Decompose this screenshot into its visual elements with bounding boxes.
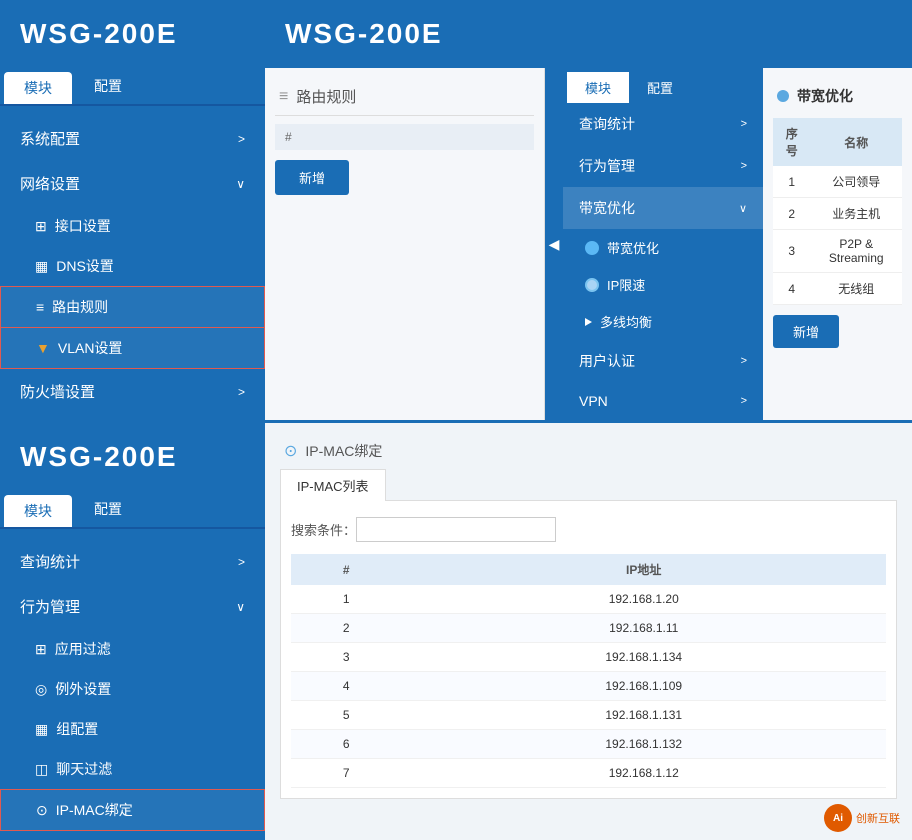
- nav-web-filter[interactable]: ▤ 网页过滤: [0, 831, 265, 840]
- nav-firewall[interactable]: 防火墙设置 >: [0, 369, 265, 414]
- bw-table: 序号 名称 1公司领导2业务主机3P2P & Streaming4无线组: [773, 118, 902, 305]
- dropdown-tab-config[interactable]: 配置: [629, 72, 691, 103]
- dns-icon: ▦: [35, 258, 48, 275]
- nav-vlan-settings[interactable]: ▼ VLAN设置: [0, 328, 265, 369]
- nav-exception[interactable]: ◎ 例外设置: [0, 669, 265, 709]
- tab-module-top-left[interactable]: 模块: [4, 72, 72, 104]
- dot-icon-filled: [585, 241, 599, 255]
- top-left-nav: 系统配置 > 网络设置 ∨ ⊞ 接口设置 ▦ DNS设置: [0, 106, 265, 424]
- submenu-bw-opt[interactable]: 带宽优化: [563, 229, 763, 266]
- nav-behavior-mgmt-bottom[interactable]: 行为管理 ∨: [0, 584, 265, 629]
- app-filter-icon: ⊞: [35, 641, 47, 658]
- ip-mac-list-tab[interactable]: IP-MAC列表: [280, 469, 386, 501]
- ip-table-row: 3192.168.1.134: [291, 643, 886, 672]
- logo-watermark: Ai 创新互联: [824, 804, 900, 832]
- ip-table-row: 2192.168.1.11: [291, 614, 886, 643]
- routing-panel-icon: ≡: [279, 88, 288, 106]
- nav-network-settings[interactable]: 网络设置 ∨: [0, 161, 265, 206]
- search-bar: 搜索条件：: [291, 511, 886, 548]
- routing-table-header: #: [275, 124, 534, 150]
- nav-query-stats[interactable]: 查询统计 >: [0, 539, 265, 584]
- exception-icon: ◎: [35, 681, 47, 698]
- nav-routing-rules[interactable]: ≡ 路由规则: [0, 286, 265, 328]
- bottom-left-header: WSG-200E: [0, 423, 265, 491]
- ip-mac-list-content: 搜索条件： # IP地址 1192.168.1.202192.168.1.113…: [280, 500, 897, 799]
- bw-title-dot-icon: [777, 90, 789, 102]
- search-input[interactable]: [356, 517, 556, 542]
- chat-icon: ◫: [35, 761, 48, 778]
- routing-panel-title: ≡ 路由规则: [275, 78, 534, 116]
- top-left-title: WSG-200E: [20, 18, 245, 50]
- bw-table-row: 3P2P & Streaming: [773, 230, 902, 273]
- ip-table-row: 7192.168.1.12: [291, 759, 886, 788]
- routing-new-button[interactable]: 新增: [275, 160, 349, 195]
- bw-new-button[interactable]: 新增: [773, 315, 839, 348]
- bw-table-header-id: 序号: [773, 118, 810, 166]
- nav-app-filter[interactable]: ⊞ 应用过滤: [0, 629, 265, 669]
- nav-ip-mac[interactable]: ⊙ IP-MAC绑定: [0, 789, 265, 831]
- ip-mac-list-tab-container: IP-MAC列表: [280, 469, 897, 500]
- vlan-icon: ▼: [36, 340, 50, 356]
- menu-vpn[interactable]: VPN >: [563, 382, 763, 420]
- collapse-arrow[interactable]: ◀: [545, 68, 563, 420]
- nav-dns-settings[interactable]: ▦ DNS设置: [0, 246, 265, 286]
- bw-table-row: 1公司领导: [773, 166, 902, 198]
- interface-icon: ⊞: [35, 218, 47, 235]
- bottom-left-title: WSG-200E: [20, 441, 245, 473]
- logo-icon: Ai: [824, 804, 852, 832]
- dropdown-menu-panel: 模块 配置 查询统计 > 行为管理 > 带宽优化 ∨: [563, 68, 763, 420]
- top-left-header: WSG-200E: [0, 0, 265, 68]
- ip-mac-table: # IP地址 1192.168.1.202192.168.1.113192.16…: [291, 554, 886, 788]
- dropdown-tabs: 模块 配置: [563, 68, 763, 103]
- top-right-title: WSG-200E: [285, 18, 892, 50]
- ip-table-row: 4192.168.1.109: [291, 672, 886, 701]
- submenu-ip-speed[interactable]: IP限速: [563, 266, 763, 303]
- ip-table-row: 1192.168.1.20: [291, 585, 886, 614]
- dot-icon-ring: [585, 278, 599, 292]
- nav-chat-filter[interactable]: ◫ 聊天过滤: [0, 749, 265, 789]
- bw-table-header-name: 名称: [810, 118, 902, 166]
- top-right-header: WSG-200E: [265, 0, 912, 68]
- tab-config-top-left[interactable]: 配置: [72, 68, 144, 104]
- logo-text: 创新互联: [856, 810, 900, 826]
- nav-interface-settings[interactable]: ⊞ 接口设置: [0, 206, 265, 246]
- top-left-tabs: 模块 配置: [0, 68, 265, 106]
- ip-table-row: 5192.168.1.131: [291, 701, 886, 730]
- nav-system-config[interactable]: 系统配置 >: [0, 116, 265, 161]
- ip-table-row: 6192.168.1.132: [291, 730, 886, 759]
- search-label: 搜索条件：: [291, 520, 356, 539]
- ip-mac-main-panel: ⊙ IP-MAC绑定 IP-MAC列表 搜索条件： # IP地址: [265, 423, 912, 809]
- ip-mac-title-icon: ⊙: [284, 441, 297, 461]
- ip-mac-panel-title: ⊙ IP-MAC绑定: [280, 433, 897, 469]
- dropdown-tab-module[interactable]: 模块: [567, 72, 629, 103]
- bottom-left-nav: 查询统计 > 行为管理 ∨ ⊞ 应用过滤 ◎ 例外设置: [0, 529, 265, 840]
- submenu-multiline[interactable]: 多线均衡: [563, 303, 763, 340]
- ip-table-header-ip: IP地址: [401, 554, 886, 585]
- nav-group-config[interactable]: ▦ 组配置: [0, 709, 265, 749]
- tab-module-bottom-left[interactable]: 模块: [4, 495, 72, 527]
- triangle-icon: [585, 318, 592, 326]
- bandwidth-panel: 带宽优化 序号 名称 1公司领导2业务主机3P2P & Streaming4无线…: [763, 68, 912, 420]
- ip-mac-icon: ⊙: [36, 802, 48, 819]
- bottom-left-tabs: 模块 配置: [0, 491, 265, 529]
- menu-query-stats[interactable]: 查询统计 >: [563, 103, 763, 145]
- ip-table-header-hash: #: [291, 554, 401, 585]
- bw-table-row: 2业务主机: [773, 198, 902, 230]
- routing-icon: ≡: [36, 299, 44, 315]
- bw-panel-title: 带宽优化: [773, 78, 902, 114]
- routing-rules-panel: ≡ 路由规则 # 新增: [265, 68, 545, 420]
- group-icon: ▦: [35, 721, 48, 738]
- bw-table-row: 4无线组: [773, 273, 902, 305]
- tab-config-bottom-left[interactable]: 配置: [72, 491, 144, 527]
- menu-behavior-mgmt[interactable]: 行为管理 >: [563, 145, 763, 187]
- menu-user-auth[interactable]: 用户认证 >: [563, 340, 763, 382]
- menu-bw-opt[interactable]: 带宽优化 ∨: [563, 187, 763, 229]
